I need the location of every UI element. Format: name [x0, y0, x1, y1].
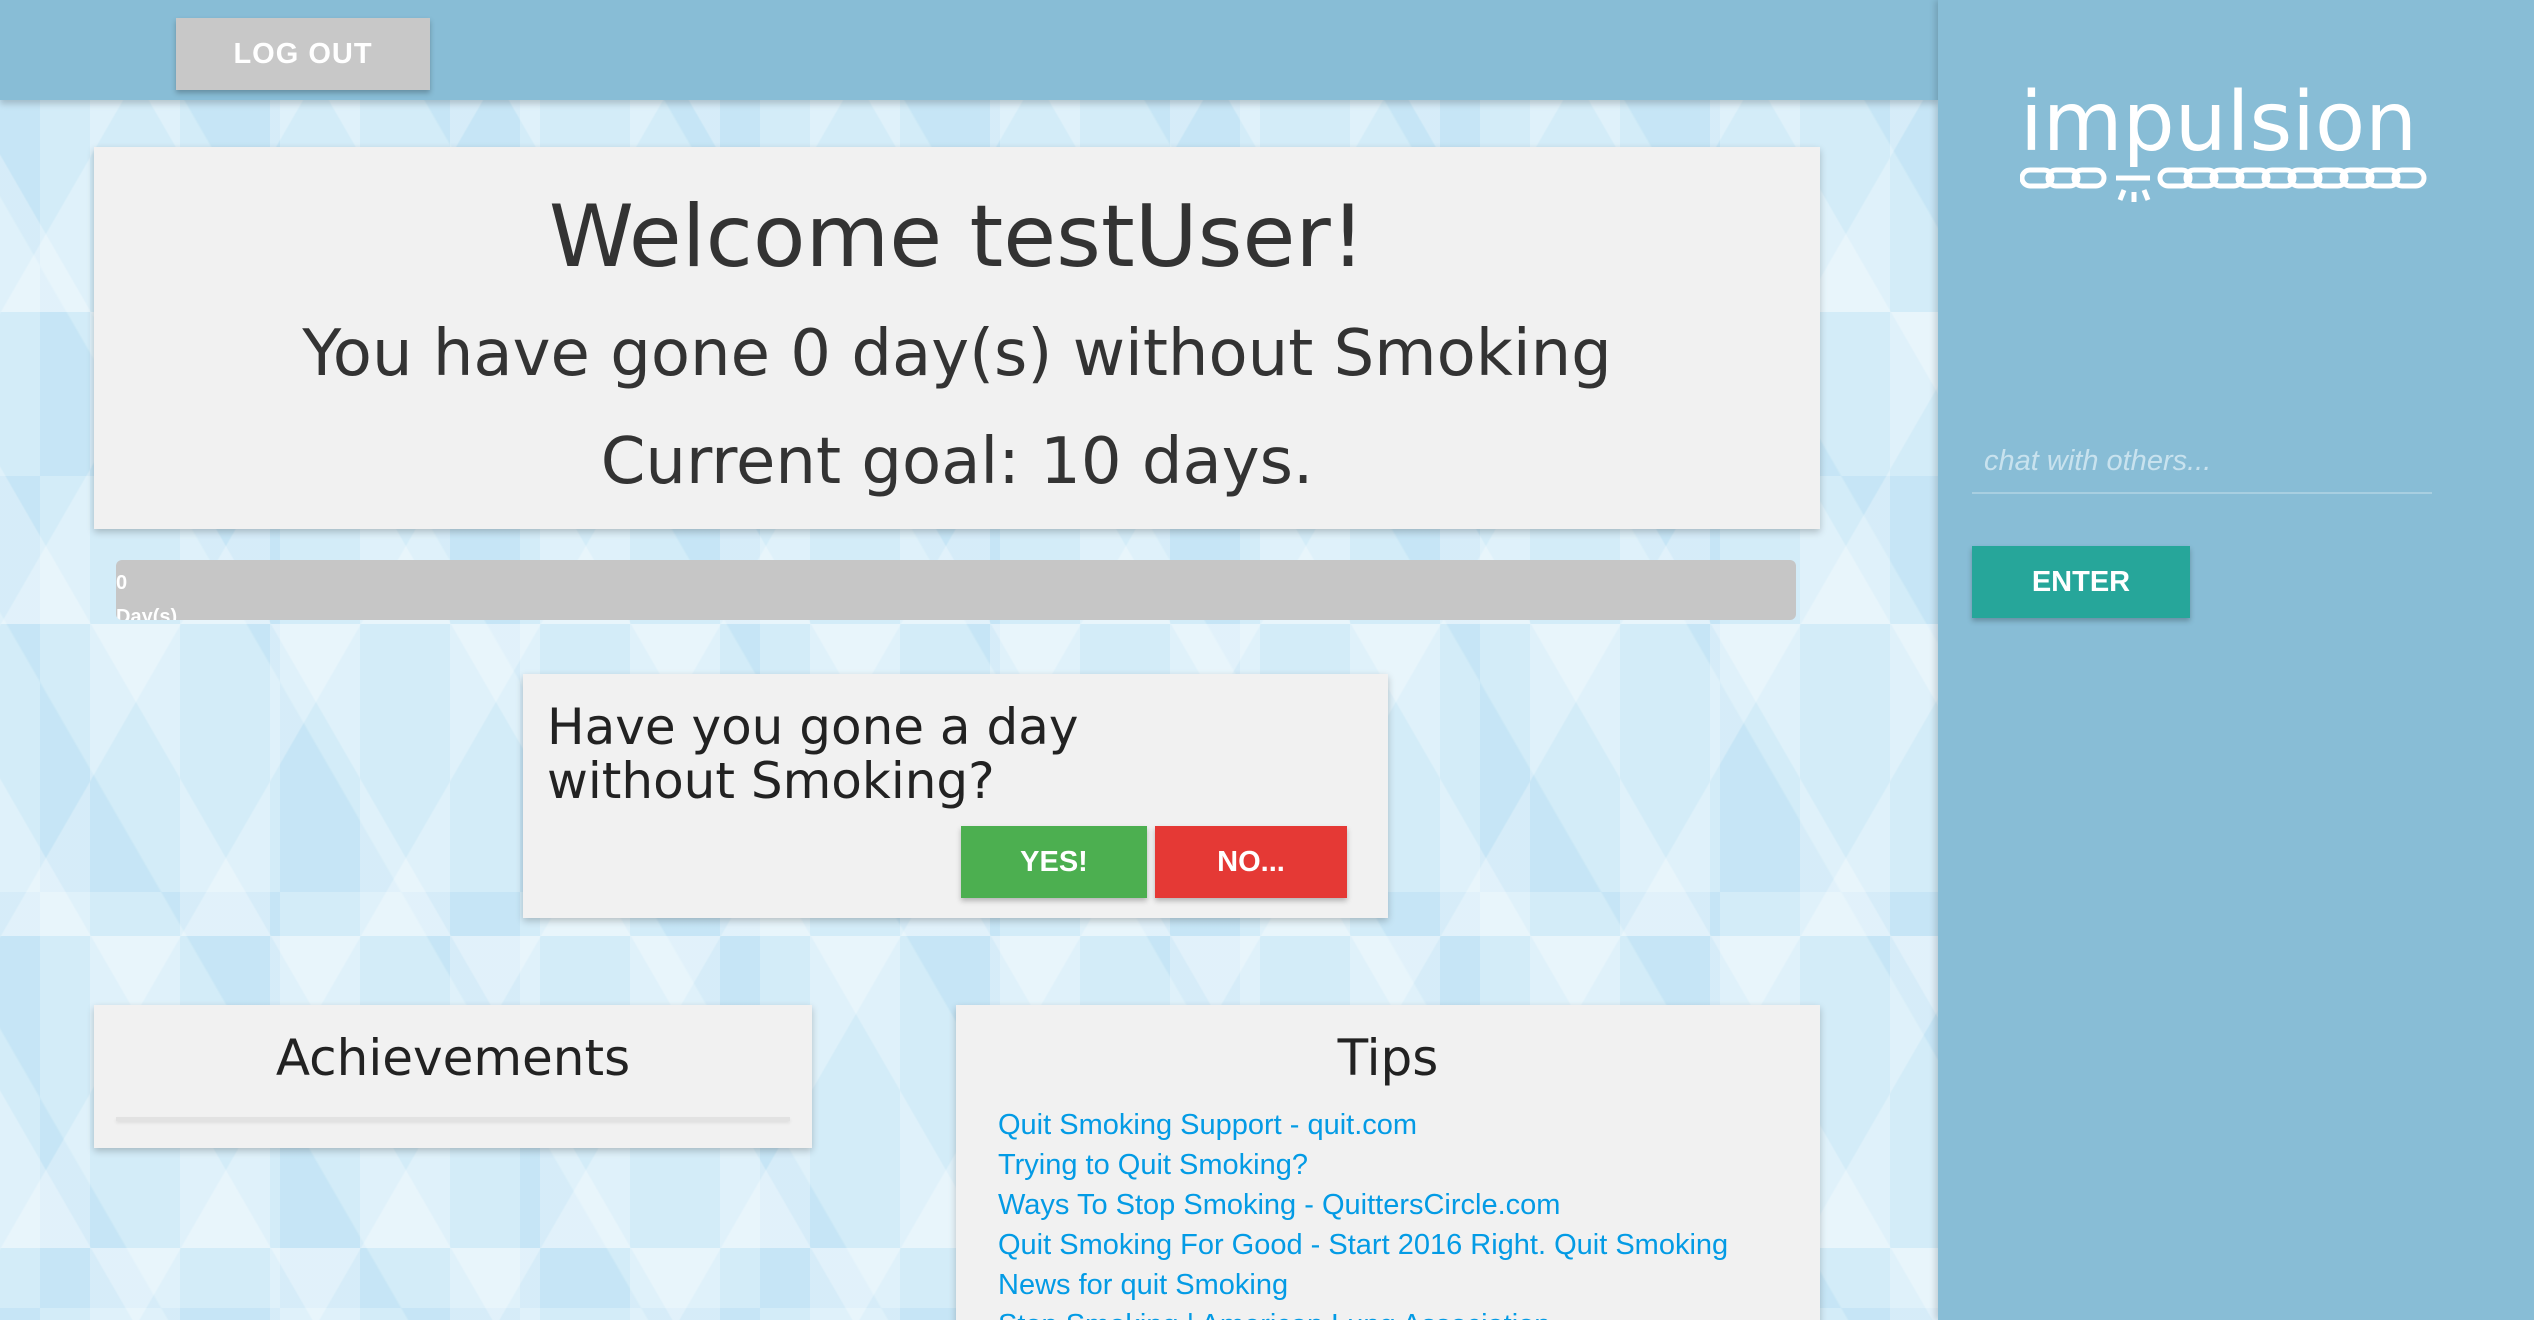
no-button[interactable]: NO... — [1155, 826, 1347, 898]
yes-button[interactable]: YES! — [961, 826, 1147, 898]
enter-button[interactable]: ENTER — [1972, 546, 2190, 618]
impulsion-logo: impulsion — [2020, 78, 2427, 202]
top-bar: LOG OUT — [0, 0, 1938, 100]
progress-bar: 0 Day(s) — [116, 560, 1796, 620]
tip-link[interactable]: News for quit Smoking — [998, 1265, 1728, 1305]
progress-unit: Day(s) — [116, 606, 178, 620]
achievements-title: Achievements — [275, 1029, 631, 1087]
logo-text: impulsion — [2020, 78, 2417, 170]
welcome-card: Welcome testUser! You have gone 0 day(s)… — [94, 147, 1820, 529]
tip-link[interactable]: Ways To Stop Smoking - QuittersCircle.co… — [998, 1185, 1728, 1225]
tip-link[interactable]: Stop Smoking | American Lung Association — [998, 1305, 1728, 1320]
tip-link[interactable]: Trying to Quit Smoking? — [998, 1145, 1728, 1185]
chat-sidebar: impulsion ENTER — [1938, 0, 2534, 1320]
tip-link[interactable]: Quit Smoking Support - quit.com — [998, 1105, 1728, 1145]
tip-link[interactable]: Quit Smoking For Good - Start 2016 Right… — [998, 1225, 1728, 1265]
tips-card: Tips Quit Smoking Support - quit.com Try… — [956, 1005, 1820, 1320]
chat-input[interactable] — [1972, 430, 2432, 494]
achievements-card: Achievements — [94, 1005, 812, 1148]
main-area: LOG OUT Welcome testUser! You have gone … — [0, 0, 1938, 1320]
welcome-title: Welcome testUser! — [548, 187, 1366, 287]
days-without-smoking-text: You have gone 0 day(s) without Smoking — [302, 317, 1612, 391]
tips-title: Tips — [1337, 1029, 1439, 1087]
progress-label: 0 Day(s) — [116, 566, 196, 620]
achievements-divider — [116, 1117, 790, 1121]
tips-list: Quit Smoking Support - quit.com Trying t… — [998, 1105, 1728, 1320]
daily-question: Have you gone a day without Smoking? — [547, 698, 1079, 810]
current-goal-text: Current goal: 10 days. — [600, 425, 1314, 499]
daily-check-card: Have you gone a day without Smoking? YES… — [523, 674, 1388, 918]
logout-button[interactable]: LOG OUT — [176, 18, 430, 90]
progress-value: 0 — [116, 572, 128, 594]
